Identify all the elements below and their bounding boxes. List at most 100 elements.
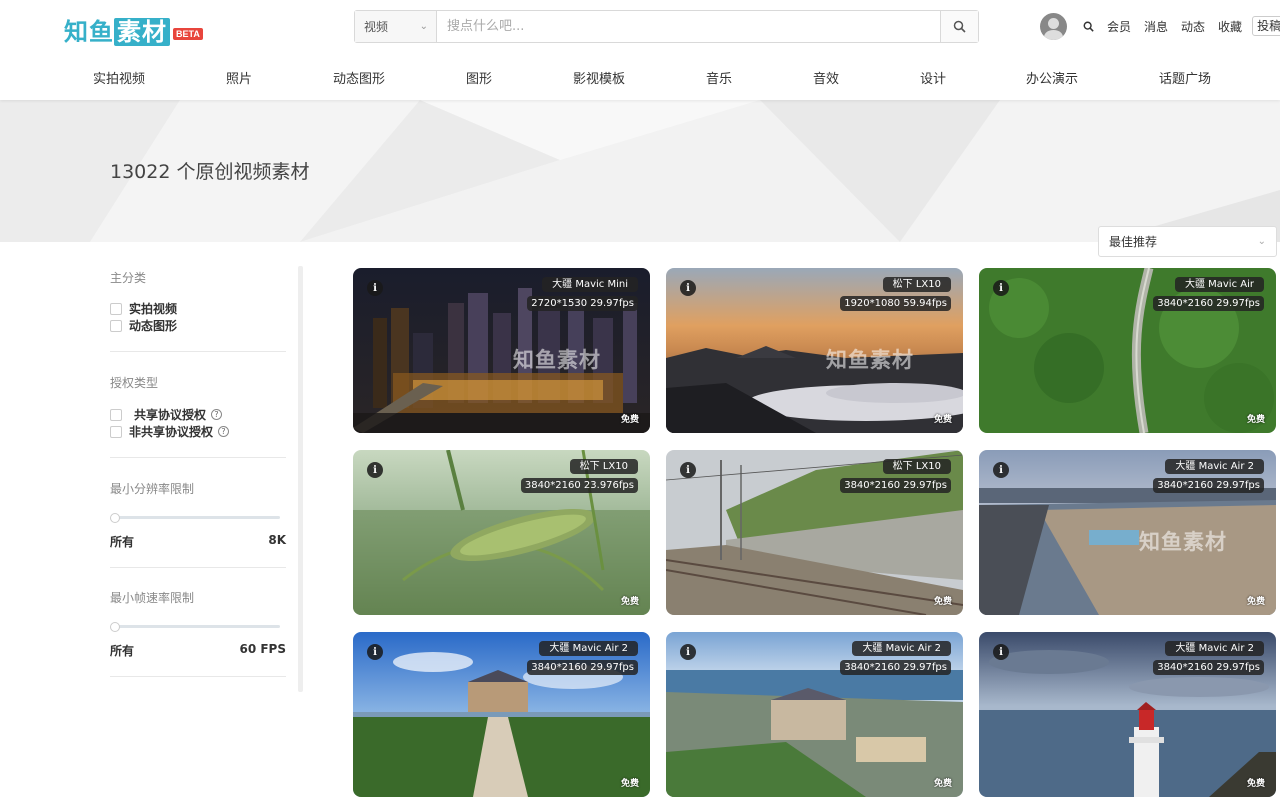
resolution-range: 所有 8K bbox=[110, 533, 286, 550]
divider bbox=[110, 676, 286, 677]
camera-tag: 大疆 Mavic Air bbox=[1174, 277, 1264, 292]
range-max: 60 FPS bbox=[239, 642, 286, 656]
framerate-title: 最小帧速率限制 bbox=[110, 591, 195, 605]
video-card[interactable]: 知鱼素材 i 大疆 Mavic Air 2 3840*2160 29.97fps… bbox=[979, 450, 1276, 615]
slider-track bbox=[114, 625, 280, 628]
video-card[interactable]: i 松下 LX10 3840*2160 23.976fps 免费 bbox=[353, 450, 650, 615]
filter-motion-graphics[interactable]: 动态图形 bbox=[110, 317, 286, 334]
camera-tag: 松下 LX10 bbox=[882, 459, 951, 474]
search-input[interactable] bbox=[437, 11, 940, 42]
video-card[interactable]: 知鱼素材 i 松下 LX10 1920*1080 59.94fps 免费 bbox=[666, 268, 963, 433]
watermark: 知鱼素材 bbox=[513, 348, 601, 372]
divider bbox=[110, 351, 286, 352]
chevron-down-icon: ⌄ bbox=[1257, 236, 1266, 247]
checkbox[interactable] bbox=[110, 319, 122, 332]
site-header: 知鱼素材 BETA 视频 ⌄ 会员 消息 动态 收藏 投稿 实拍视频 照片 动态… bbox=[0, 0, 1280, 100]
info-icon[interactable]: i bbox=[680, 280, 696, 296]
nav-item-design[interactable]: 设计 bbox=[920, 68, 946, 87]
beta-badge: BETA bbox=[173, 27, 203, 40]
sidebar-scrollbar[interactable] bbox=[298, 266, 303, 692]
range-max: 8K bbox=[268, 533, 286, 547]
free-badge: 免费 bbox=[933, 779, 952, 789]
free-badge: 免费 bbox=[933, 415, 952, 425]
video-card[interactable]: i 大疆 Mavic Air 2 3840*2160 29.97fps 免费 bbox=[353, 632, 650, 797]
info-icon[interactable]: i bbox=[993, 462, 1009, 478]
video-thumbnail bbox=[979, 450, 1276, 615]
info-icon[interactable]: i bbox=[367, 462, 383, 478]
nav-item-footage[interactable]: 实拍视频 bbox=[93, 68, 145, 87]
info-icon[interactable]: i bbox=[367, 280, 383, 296]
logo-text: 知鱼 素材 bbox=[64, 12, 170, 47]
nav-item-office[interactable]: 办公演示 bbox=[1026, 68, 1078, 87]
header-search-button[interactable] bbox=[1083, 21, 1094, 32]
sort-select[interactable]: 最佳推荐 ⌄ bbox=[1098, 226, 1277, 257]
range-min: 所有 bbox=[110, 535, 135, 549]
spec-tag: 3840*2160 29.97fps bbox=[840, 660, 951, 675]
info-icon[interactable]: i bbox=[680, 644, 696, 660]
activity-link[interactable]: 动态 bbox=[1181, 18, 1205, 35]
favorites-link[interactable]: 收藏 bbox=[1218, 18, 1242, 35]
framerate-range: 所有 60 FPS bbox=[110, 642, 286, 659]
main-category-title: 主分类 bbox=[110, 271, 147, 285]
camera-tag: 大疆 Mavic Air 2 bbox=[852, 641, 951, 656]
sort-label: 最佳推荐 bbox=[1109, 235, 1158, 249]
main-nav: 实拍视频 照片 动态图形 图形 影视模板 音乐 音效 设计 办公演示 话题广场 bbox=[0, 68, 1280, 90]
video-card[interactable]: i 松下 LX10 3840*2160 29.97fps 免费 bbox=[666, 450, 963, 615]
filter-sidebar: 主分类 实拍视频 动态图形 授权类型 共享协议授权 ? 非共享协议授权 ? 最小… bbox=[110, 262, 286, 677]
spec-tag: 3840*2160 29.97fps bbox=[527, 660, 638, 675]
video-thumbnail bbox=[979, 632, 1276, 797]
filter-footage[interactable]: 实拍视频 bbox=[110, 300, 286, 317]
camera-tag: 大疆 Mavic Air 2 bbox=[539, 641, 638, 656]
info-icon[interactable]: i bbox=[993, 280, 1009, 296]
info-icon[interactable]: i bbox=[367, 644, 383, 660]
checkbox[interactable] bbox=[110, 408, 122, 421]
nav-item-music[interactable]: 音乐 bbox=[706, 68, 732, 87]
nav-item-graphics[interactable]: 图形 bbox=[466, 68, 492, 87]
resolution-slider[interactable] bbox=[110, 513, 286, 523]
nav-item-topics[interactable]: 话题广场 bbox=[1159, 68, 1211, 87]
help-icon[interactable]: ? bbox=[218, 426, 230, 437]
checkbox[interactable] bbox=[110, 302, 122, 315]
slider-handle[interactable] bbox=[110, 513, 120, 523]
site-logo[interactable]: 知鱼 素材 BETA bbox=[64, 12, 203, 47]
video-thumbnail bbox=[666, 632, 963, 797]
search-icon bbox=[1083, 21, 1094, 32]
help-icon[interactable]: ? bbox=[211, 409, 223, 420]
divider bbox=[110, 457, 286, 458]
video-thumbnail bbox=[979, 268, 1276, 433]
spec-tag: 3840*2160 29.97fps bbox=[840, 478, 951, 493]
spec-tag: 3840*2160 23.976fps bbox=[520, 478, 638, 493]
free-badge: 免费 bbox=[1246, 415, 1265, 425]
nav-item-motion-graphics[interactable]: 动态图形 bbox=[333, 68, 385, 87]
spec-tag: 1920*1080 59.94fps bbox=[840, 296, 951, 311]
camera-tag: 大疆 Mavic Air 2 bbox=[1165, 641, 1264, 656]
camera-tag: 大疆 Mavic Mini bbox=[542, 277, 638, 292]
filter-shared-license[interactable]: 共享协议授权 ? bbox=[110, 406, 286, 423]
video-card[interactable]: i 大疆 Mavic Air 2 3840*2160 29.97fps 免费 bbox=[979, 632, 1276, 797]
info-icon[interactable]: i bbox=[993, 644, 1009, 660]
filter-non-shared-license[interactable]: 非共享协议授权 ? bbox=[110, 423, 286, 440]
video-card[interactable]: i 大疆 Mavic Air 3840*2160 29.97fps 免费 bbox=[979, 268, 1276, 433]
checkbox[interactable] bbox=[110, 425, 122, 438]
contribute-button[interactable]: 投稿 bbox=[1252, 16, 1280, 36]
messages-link[interactable]: 消息 bbox=[1144, 18, 1168, 35]
resolution-title: 最小分辨率限制 bbox=[110, 482, 195, 496]
membership-link[interactable]: 会员 bbox=[1107, 18, 1131, 35]
nav-item-photos[interactable]: 照片 bbox=[226, 68, 252, 87]
nav-item-video-templates[interactable]: 影视模板 bbox=[573, 68, 625, 87]
spec-tag: 3840*2160 29.97fps bbox=[1153, 478, 1264, 493]
avatar[interactable] bbox=[1040, 12, 1067, 40]
info-icon[interactable]: i bbox=[680, 462, 696, 478]
camera-tag: 大疆 Mavic Air 2 bbox=[1165, 459, 1264, 474]
license-title: 授权类型 bbox=[110, 376, 159, 390]
video-card[interactable]: 知鱼素材 i 大疆 Mavic Mini 2720*1530 29.97fps … bbox=[353, 268, 650, 433]
slider-handle[interactable] bbox=[110, 622, 120, 632]
nav-item-sound-effects[interactable]: 音效 bbox=[813, 68, 839, 87]
search-button[interactable] bbox=[940, 11, 978, 42]
search-category-select[interactable]: 视频 ⌄ bbox=[355, 11, 437, 42]
video-card[interactable]: i 大疆 Mavic Air 2 3840*2160 29.97fps 免费 bbox=[666, 632, 963, 797]
framerate-slider[interactable] bbox=[110, 622, 286, 632]
camera-tag: 松下 LX10 bbox=[882, 277, 951, 292]
video-thumbnail bbox=[353, 450, 650, 615]
free-badge: 免费 bbox=[620, 779, 639, 789]
